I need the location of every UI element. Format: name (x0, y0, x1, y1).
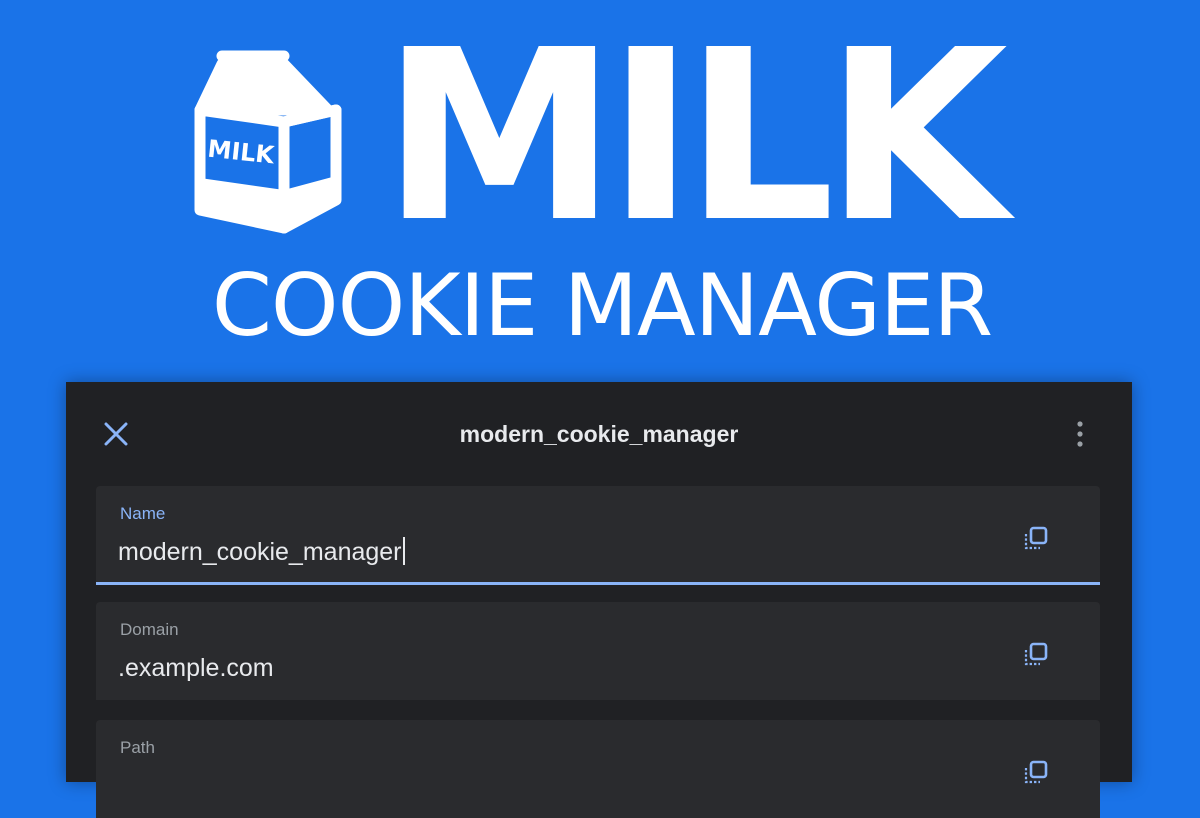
name-field[interactable]: Name modern_cookie_manager (96, 486, 1100, 585)
domain-field[interactable]: Domain .example.com (96, 602, 1100, 700)
milk-carton-icon: MILK (194, 50, 342, 234)
logo-text: MILK (206, 135, 277, 170)
copy-icon (1024, 642, 1048, 666)
dialog-header: modern_cookie_manager (66, 382, 1132, 482)
copy-path-button[interactable] (1018, 754, 1054, 790)
more-options-button[interactable] (1064, 414, 1096, 454)
name-label: Name (120, 504, 166, 523)
hero-banner: MILK MILK COOKIE MANAGER (0, 0, 1200, 380)
path-label: Path (120, 738, 155, 757)
more-vert-icon (1077, 421, 1083, 447)
name-input[interactable]: modern_cookie_manager (118, 536, 405, 568)
cookie-editor-dialog: modern_cookie_manager Name modern_cookie… (66, 382, 1132, 818)
brand-subtitle: COOKIE MANAGER (211, 256, 993, 356)
copy-icon (1024, 526, 1048, 550)
copy-icon (1024, 760, 1048, 784)
path-field[interactable]: Path (96, 720, 1100, 818)
domain-input[interactable]: .example.com (118, 652, 274, 684)
copy-name-button[interactable] (1018, 520, 1054, 556)
text-caret (402, 537, 405, 565)
copy-domain-button[interactable] (1018, 636, 1054, 672)
name-value: modern_cookie_manager (118, 538, 402, 566)
brand-title: MILK (382, 0, 1008, 274)
dialog-title: modern_cookie_manager (459, 421, 739, 447)
domain-label: Domain (120, 620, 179, 639)
